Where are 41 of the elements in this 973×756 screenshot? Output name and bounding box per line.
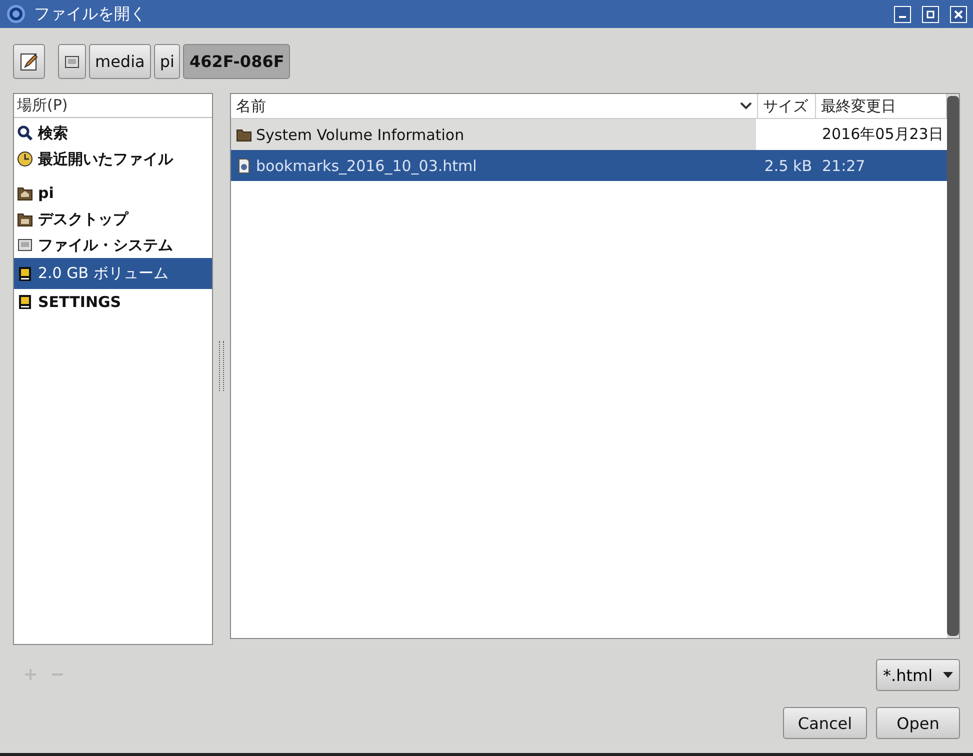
places-header: 場所(P) <box>14 94 212 118</box>
filter-dropdown[interactable]: *.html <box>876 659 960 691</box>
path-button[interactable]: pi <box>154 44 180 79</box>
folder-icon <box>236 126 252 142</box>
usb-drive-icon <box>17 294 33 310</box>
place-item[interactable]: pi <box>14 180 212 206</box>
place-item[interactable]: デスクトップ <box>14 206 212 232</box>
search-icon <box>17 125 33 141</box>
path-button[interactable]: media <box>89 44 151 79</box>
place-item[interactable]: SETTINGS <box>14 289 212 315</box>
maximize-icon <box>926 10 935 18</box>
window-title: ファイルを開く <box>34 4 147 24</box>
place-item[interactable]: 検索 <box>14 120 212 146</box>
path-button[interactable]: 462F-086F <box>183 44 290 79</box>
maximize-button[interactable] <box>922 6 939 22</box>
minimize-icon <box>899 16 906 18</box>
place-item[interactable]: ファイル・システム <box>14 232 212 258</box>
minimize-button[interactable] <box>894 6 911 22</box>
place-item[interactable]: 最近開いたファイル <box>14 146 212 172</box>
chevron-icon <box>740 102 752 110</box>
close-button[interactable] <box>950 6 967 22</box>
edit-icon <box>19 52 39 72</box>
clock-icon <box>17 151 33 167</box>
dialog-button[interactable]: Cancel <box>783 707 867 739</box>
app-icon <box>6 4 26 24</box>
file-row[interactable]: System Volume Information 2016年05月23日 <box>231 119 947 150</box>
place-item[interactable]: 2.0 GB ボリューム <box>14 258 212 289</box>
drive-icon <box>17 237 33 253</box>
edit-location-button[interactable] <box>13 44 45 79</box>
dialog-button[interactable]: Open <box>876 707 960 739</box>
column-header[interactable]: サイズ <box>758 94 816 118</box>
drive-icon <box>64 54 80 70</box>
desktop-folder-icon <box>17 211 33 227</box>
close-icon <box>954 10 963 18</box>
caret-icon <box>943 672 953 678</box>
file-row[interactable]: bookmarks_2016_10_03.html 2.5 kB 21:27 <box>231 150 947 181</box>
html-file-icon <box>236 158 252 174</box>
home-folder-icon <box>17 185 33 201</box>
usb-drive-icon <box>17 266 33 282</box>
column-header[interactable]: 名前 <box>231 94 758 118</box>
drive-path-button[interactable] <box>58 44 86 79</box>
